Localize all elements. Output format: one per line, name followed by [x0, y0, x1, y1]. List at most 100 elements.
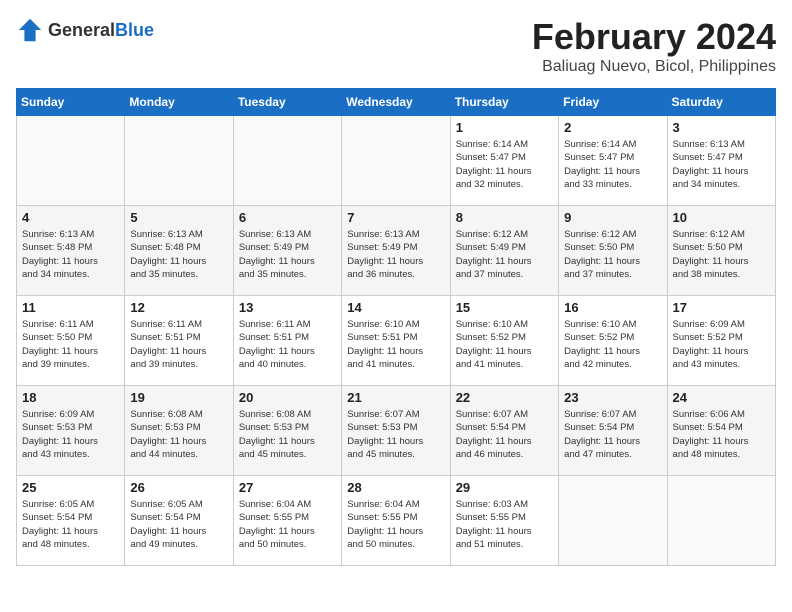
calendar-cell: 25 Sunrise: 6:05 AM Sunset: 5:54 PM Dayli… [17, 476, 125, 566]
day-info: Sunrise: 6:12 AM Sunset: 5:49 PM Dayligh… [456, 228, 553, 281]
day-number: 2 [564, 120, 661, 135]
day-info: Sunrise: 6:13 AM Sunset: 5:47 PM Dayligh… [673, 138, 770, 191]
calendar-cell: 27 Sunrise: 6:04 AM Sunset: 5:55 PM Dayli… [233, 476, 341, 566]
calendar-cell [17, 116, 125, 206]
week-row-2: 11Sunrise: 6:11 AM Sunset: 5:50 PM Dayli… [17, 296, 776, 386]
day-number: 7 [347, 210, 444, 225]
day-info: Sunrise: 6:14 AM Sunset: 5:47 PM Dayligh… [456, 138, 553, 191]
calendar-cell: 9Sunrise: 6:12 AM Sunset: 5:50 PM Daylig… [559, 206, 667, 296]
calendar-cell: 16 Sunrise: 6:10 AM Sunset: 5:52 PM Dayli… [559, 296, 667, 386]
day-number: 16 [564, 300, 661, 315]
day-info: Sunrise: 6:13 AM Sunset: 5:48 PM Dayligh… [22, 228, 119, 281]
main-title: February 2024 [532, 16, 776, 58]
calendar-cell [125, 116, 233, 206]
day-number: 29 [456, 480, 553, 495]
day-number: 15 [456, 300, 553, 315]
day-number: 28 [347, 480, 444, 495]
day-info: Sunrise: 6:09 AM Sunset: 5:52 PM Dayligh… [673, 318, 770, 371]
day-info: Sunrise: 6:06 AM Sunset: 5:54 PM Dayligh… [673, 408, 770, 461]
calendar-cell: 15 Sunrise: 6:10 AM Sunset: 5:52 PM Dayli… [450, 296, 558, 386]
column-header-friday: Friday [559, 89, 667, 116]
day-number: 4 [22, 210, 119, 225]
day-number: 26 [130, 480, 227, 495]
calendar-cell: 11Sunrise: 6:11 AM Sunset: 5:50 PM Dayli… [17, 296, 125, 386]
day-info: Sunrise: 6:08 AM Sunset: 5:53 PM Dayligh… [239, 408, 336, 461]
day-info: Sunrise: 6:10 AM Sunset: 5:51 PM Dayligh… [347, 318, 444, 371]
day-number: 1 [456, 120, 553, 135]
calendar-cell: 10 Sunrise: 6:12 AM Sunset: 5:50 PM Dayli… [667, 206, 775, 296]
day-info: Sunrise: 6:05 AM Sunset: 5:54 PM Dayligh… [130, 498, 227, 551]
logo-icon [16, 16, 44, 44]
calendar-cell: 19 Sunrise: 6:08 AM Sunset: 5:53 PM Dayli… [125, 386, 233, 476]
day-info: Sunrise: 6:05 AM Sunset: 5:54 PM Dayligh… [22, 498, 119, 551]
week-row-4: 25 Sunrise: 6:05 AM Sunset: 5:54 PM Dayli… [17, 476, 776, 566]
calendar-cell: 4 Sunrise: 6:13 AM Sunset: 5:48 PM Daylig… [17, 206, 125, 296]
day-number: 3 [673, 120, 770, 135]
calendar-cell: 7 Sunrise: 6:13 AM Sunset: 5:49 PM Daylig… [342, 206, 450, 296]
day-info: Sunrise: 6:14 AM Sunset: 5:47 PM Dayligh… [564, 138, 661, 191]
day-number: 10 [673, 210, 770, 225]
calendar-cell [667, 476, 775, 566]
calendar-cell: 1 Sunrise: 6:14 AM Sunset: 5:47 PM Daylig… [450, 116, 558, 206]
logo: GeneralBlue [16, 16, 154, 44]
calendar-cell: 17 Sunrise: 6:09 AM Sunset: 5:52 PM Dayli… [667, 296, 775, 386]
calendar-cell: 14Sunrise: 6:10 AM Sunset: 5:51 PM Dayli… [342, 296, 450, 386]
day-info: Sunrise: 6:10 AM Sunset: 5:52 PM Dayligh… [456, 318, 553, 371]
subtitle: Baliuag Nuevo, Bicol, Philippines [532, 58, 776, 76]
day-info: Sunrise: 6:03 AM Sunset: 5:55 PM Dayligh… [456, 498, 553, 551]
calendar-cell: 2 Sunrise: 6:14 AM Sunset: 5:47 PM Daylig… [559, 116, 667, 206]
day-info: Sunrise: 6:13 AM Sunset: 5:49 PM Dayligh… [347, 228, 444, 281]
day-number: 19 [130, 390, 227, 405]
day-info: Sunrise: 6:07 AM Sunset: 5:53 PM Dayligh… [347, 408, 444, 461]
day-info: Sunrise: 6:13 AM Sunset: 5:48 PM Dayligh… [130, 228, 227, 281]
day-number: 8 [456, 210, 553, 225]
day-number: 6 [239, 210, 336, 225]
column-header-tuesday: Tuesday [233, 89, 341, 116]
day-number: 27 [239, 480, 336, 495]
day-info: Sunrise: 6:11 AM Sunset: 5:51 PM Dayligh… [130, 318, 227, 371]
day-number: 23 [564, 390, 661, 405]
calendar-cell: 12 Sunrise: 6:11 AM Sunset: 5:51 PM Dayli… [125, 296, 233, 386]
day-number: 18 [22, 390, 119, 405]
column-header-saturday: Saturday [667, 89, 775, 116]
calendar-cell: 22 Sunrise: 6:07 AM Sunset: 5:54 PM Dayli… [450, 386, 558, 476]
day-info: Sunrise: 6:11 AM Sunset: 5:51 PM Dayligh… [239, 318, 336, 371]
column-header-monday: Monday [125, 89, 233, 116]
calendar-cell: 23 Sunrise: 6:07 AM Sunset: 5:54 PM Dayli… [559, 386, 667, 476]
day-number: 20 [239, 390, 336, 405]
calendar-body: 1 Sunrise: 6:14 AM Sunset: 5:47 PM Daylig… [17, 116, 776, 566]
header: GeneralBlue February 2024 Baliuag Nuevo,… [16, 16, 776, 76]
day-info: Sunrise: 6:07 AM Sunset: 5:54 PM Dayligh… [456, 408, 553, 461]
day-info: Sunrise: 6:08 AM Sunset: 5:53 PM Dayligh… [130, 408, 227, 461]
calendar-cell: 20 Sunrise: 6:08 AM Sunset: 5:53 PM Dayli… [233, 386, 341, 476]
day-number: 21 [347, 390, 444, 405]
calendar-cell [342, 116, 450, 206]
calendar-cell: 6 Sunrise: 6:13 AM Sunset: 5:49 PM Daylig… [233, 206, 341, 296]
day-number: 12 [130, 300, 227, 315]
day-number: 22 [456, 390, 553, 405]
day-number: 5 [130, 210, 227, 225]
day-number: 13 [239, 300, 336, 315]
day-number: 25 [22, 480, 119, 495]
day-info: Sunrise: 6:11 AM Sunset: 5:50 PM Dayligh… [22, 318, 119, 371]
logo-general: GeneralBlue [48, 20, 154, 41]
day-number: 24 [673, 390, 770, 405]
column-header-thursday: Thursday [450, 89, 558, 116]
calendar-cell: 28 Sunrise: 6:04 AM Sunset: 5:55 PM Dayli… [342, 476, 450, 566]
calendar-cell: 3 Sunrise: 6:13 AM Sunset: 5:47 PM Daylig… [667, 116, 775, 206]
day-number: 17 [673, 300, 770, 315]
day-info: Sunrise: 6:07 AM Sunset: 5:54 PM Dayligh… [564, 408, 661, 461]
day-info: Sunrise: 6:12 AM Sunset: 5:50 PM Dayligh… [673, 228, 770, 281]
day-info: Sunrise: 6:09 AM Sunset: 5:53 PM Dayligh… [22, 408, 119, 461]
week-row-3: 18 Sunrise: 6:09 AM Sunset: 5:53 PM Dayli… [17, 386, 776, 476]
day-info: Sunrise: 6:04 AM Sunset: 5:55 PM Dayligh… [239, 498, 336, 551]
day-info: Sunrise: 6:10 AM Sunset: 5:52 PM Dayligh… [564, 318, 661, 371]
calendar-cell: 21 Sunrise: 6:07 AM Sunset: 5:53 PM Dayli… [342, 386, 450, 476]
calendar-cell: 5 Sunrise: 6:13 AM Sunset: 5:48 PM Daylig… [125, 206, 233, 296]
calendar-cell: 26 Sunrise: 6:05 AM Sunset: 5:54 PM Dayli… [125, 476, 233, 566]
calendar-table: SundayMondayTuesdayWednesdayThursdayFrid… [16, 88, 776, 566]
calendar-header-row: SundayMondayTuesdayWednesdayThursdayFrid… [17, 89, 776, 116]
day-info: Sunrise: 6:04 AM Sunset: 5:55 PM Dayligh… [347, 498, 444, 551]
title-area: February 2024 Baliuag Nuevo, Bicol, Phil… [532, 16, 776, 76]
day-info: Sunrise: 6:13 AM Sunset: 5:49 PM Dayligh… [239, 228, 336, 281]
